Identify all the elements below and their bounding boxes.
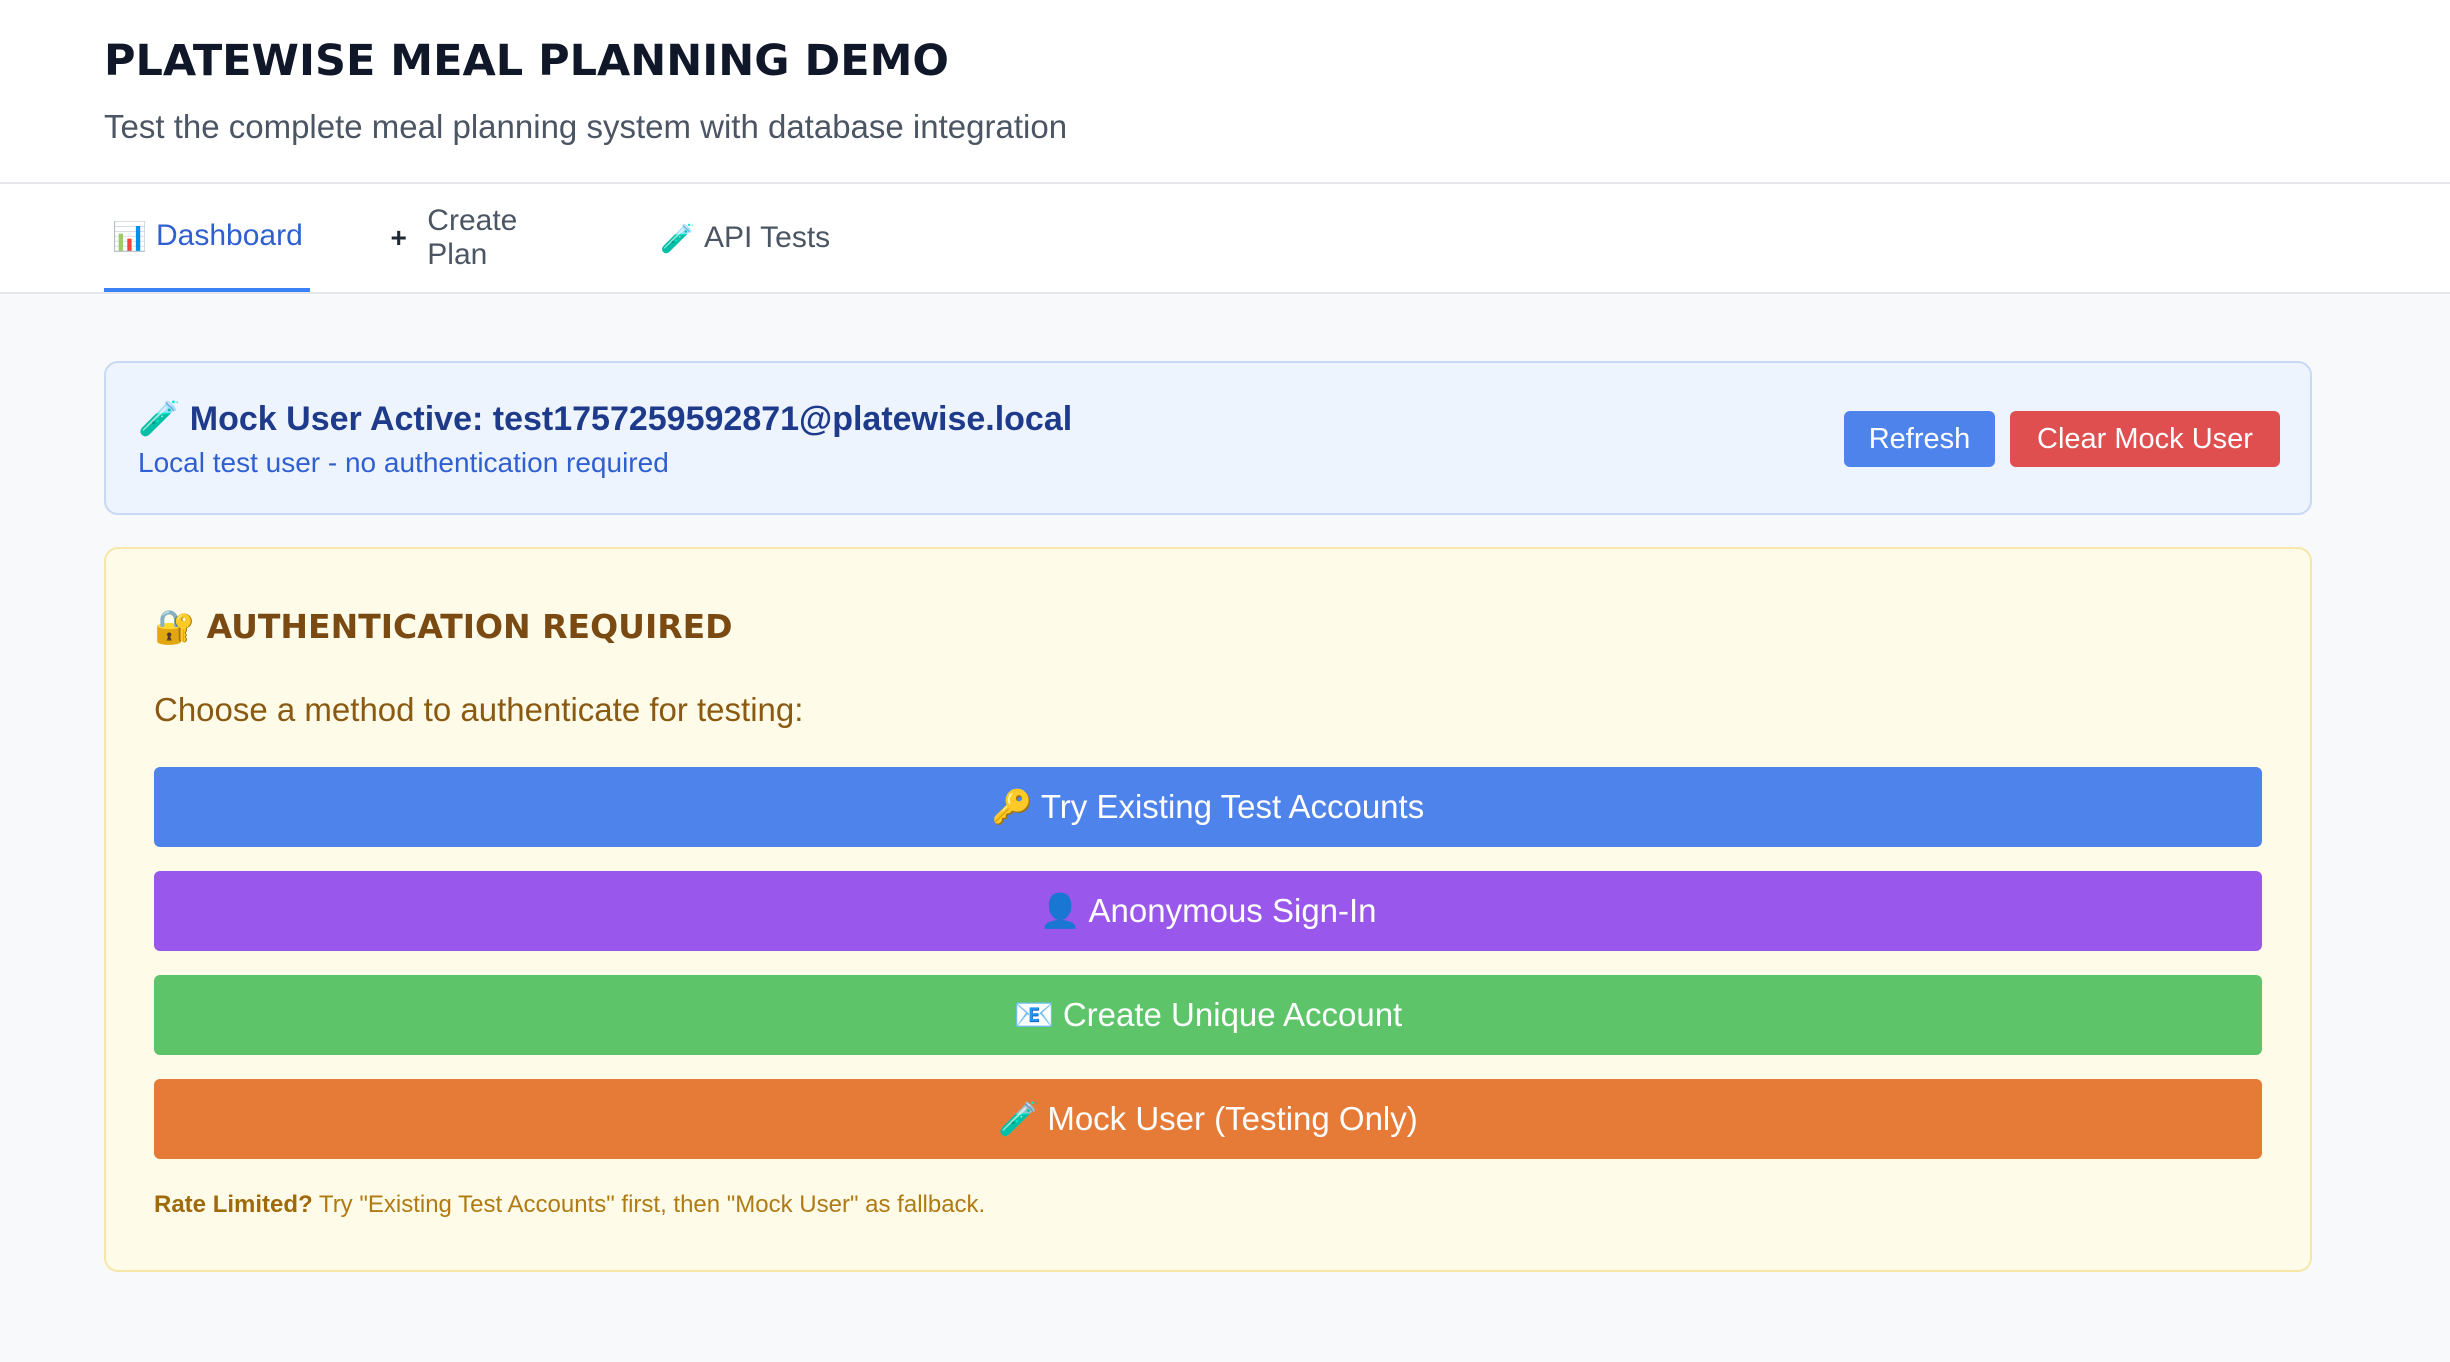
rate-limit-label: Rate Limited?	[154, 1191, 313, 1218]
tab-label: Create Plan	[427, 204, 518, 271]
refresh-button[interactable]: Refresh	[1844, 411, 1995, 467]
mock-user-title-text: Mock User Active: test1757259592871@plat…	[189, 400, 1073, 438]
page-header: PLATEWISE MEAL PLANNING DEMO Test the co…	[0, 0, 2450, 184]
test-tube-icon: 🧪	[660, 222, 695, 254]
key-icon: 🔑	[991, 787, 1033, 825]
auth-prompt: Choose a method to authenticate for test…	[154, 691, 804, 728]
tab-bar: 📊 Dashboard + Create Plan 🧪 API Tests	[0, 184, 2450, 294]
auth-title-text: AUTHENTICATION REQUIRED	[206, 607, 733, 646]
clear-mock-user-button[interactable]: Clear Mock User	[2010, 411, 2280, 467]
anonymous-sign-in-button[interactable]: 👤 Anonymous Sign-In	[154, 871, 2262, 951]
rate-limit-text: Try "Existing Test Accounts" first, then…	[312, 1191, 986, 1218]
email-icon: 📧	[1013, 995, 1055, 1033]
rate-limit-note: Rate Limited? Try "Existing Test Account…	[154, 1191, 985, 1219]
tab-api-tests[interactable]: 🧪 API Tests	[652, 184, 842, 292]
app-title: PLATEWISE MEAL PLANNING DEMO	[104, 36, 949, 86]
plus-icon: +	[390, 222, 407, 253]
button-label: Create Unique Account	[1062, 996, 1403, 1033]
auth-title: 🔐 AUTHENTICATION REQUIRED	[154, 607, 733, 647]
mock-user-title: 🧪 Mock User Active: test1757259592871@pl…	[138, 399, 1072, 439]
button-label: Anonymous Sign-In	[1088, 892, 1377, 929]
user-icon: 👤	[1039, 891, 1081, 929]
existing-test-accounts-button[interactable]: 🔑 Try Existing Test Accounts	[154, 767, 2262, 847]
mock-user-banner: 🧪 Mock User Active: test1757259592871@pl…	[104, 361, 2312, 515]
authentication-card: 🔐 AUTHENTICATION REQUIRED Choose a metho…	[104, 547, 2312, 1272]
button-label: Mock User (Testing Only)	[1047, 1100, 1418, 1137]
test-tube-icon: 🧪	[998, 1099, 1040, 1137]
lock-icon: 🔐	[154, 607, 196, 646]
mock-user-button[interactable]: 🧪 Mock User (Testing Only)	[154, 1079, 2262, 1159]
test-tube-icon: 🧪	[138, 400, 181, 438]
tab-label: Dashboard	[156, 219, 303, 252]
tab-create-plan[interactable]: + Create Plan	[376, 184, 590, 292]
chart-icon: 📊	[112, 220, 147, 252]
button-label: Try Existing Test Accounts	[1040, 788, 1425, 825]
create-unique-account-button[interactable]: 📧 Create Unique Account	[154, 975, 2262, 1055]
mock-user-subtitle: Local test user - no authentication requ…	[138, 447, 669, 478]
app-subtitle: Test the complete meal planning system w…	[104, 108, 1068, 145]
tab-dashboard[interactable]: 📊 Dashboard	[104, 184, 310, 292]
tab-label: API Tests	[704, 221, 831, 254]
